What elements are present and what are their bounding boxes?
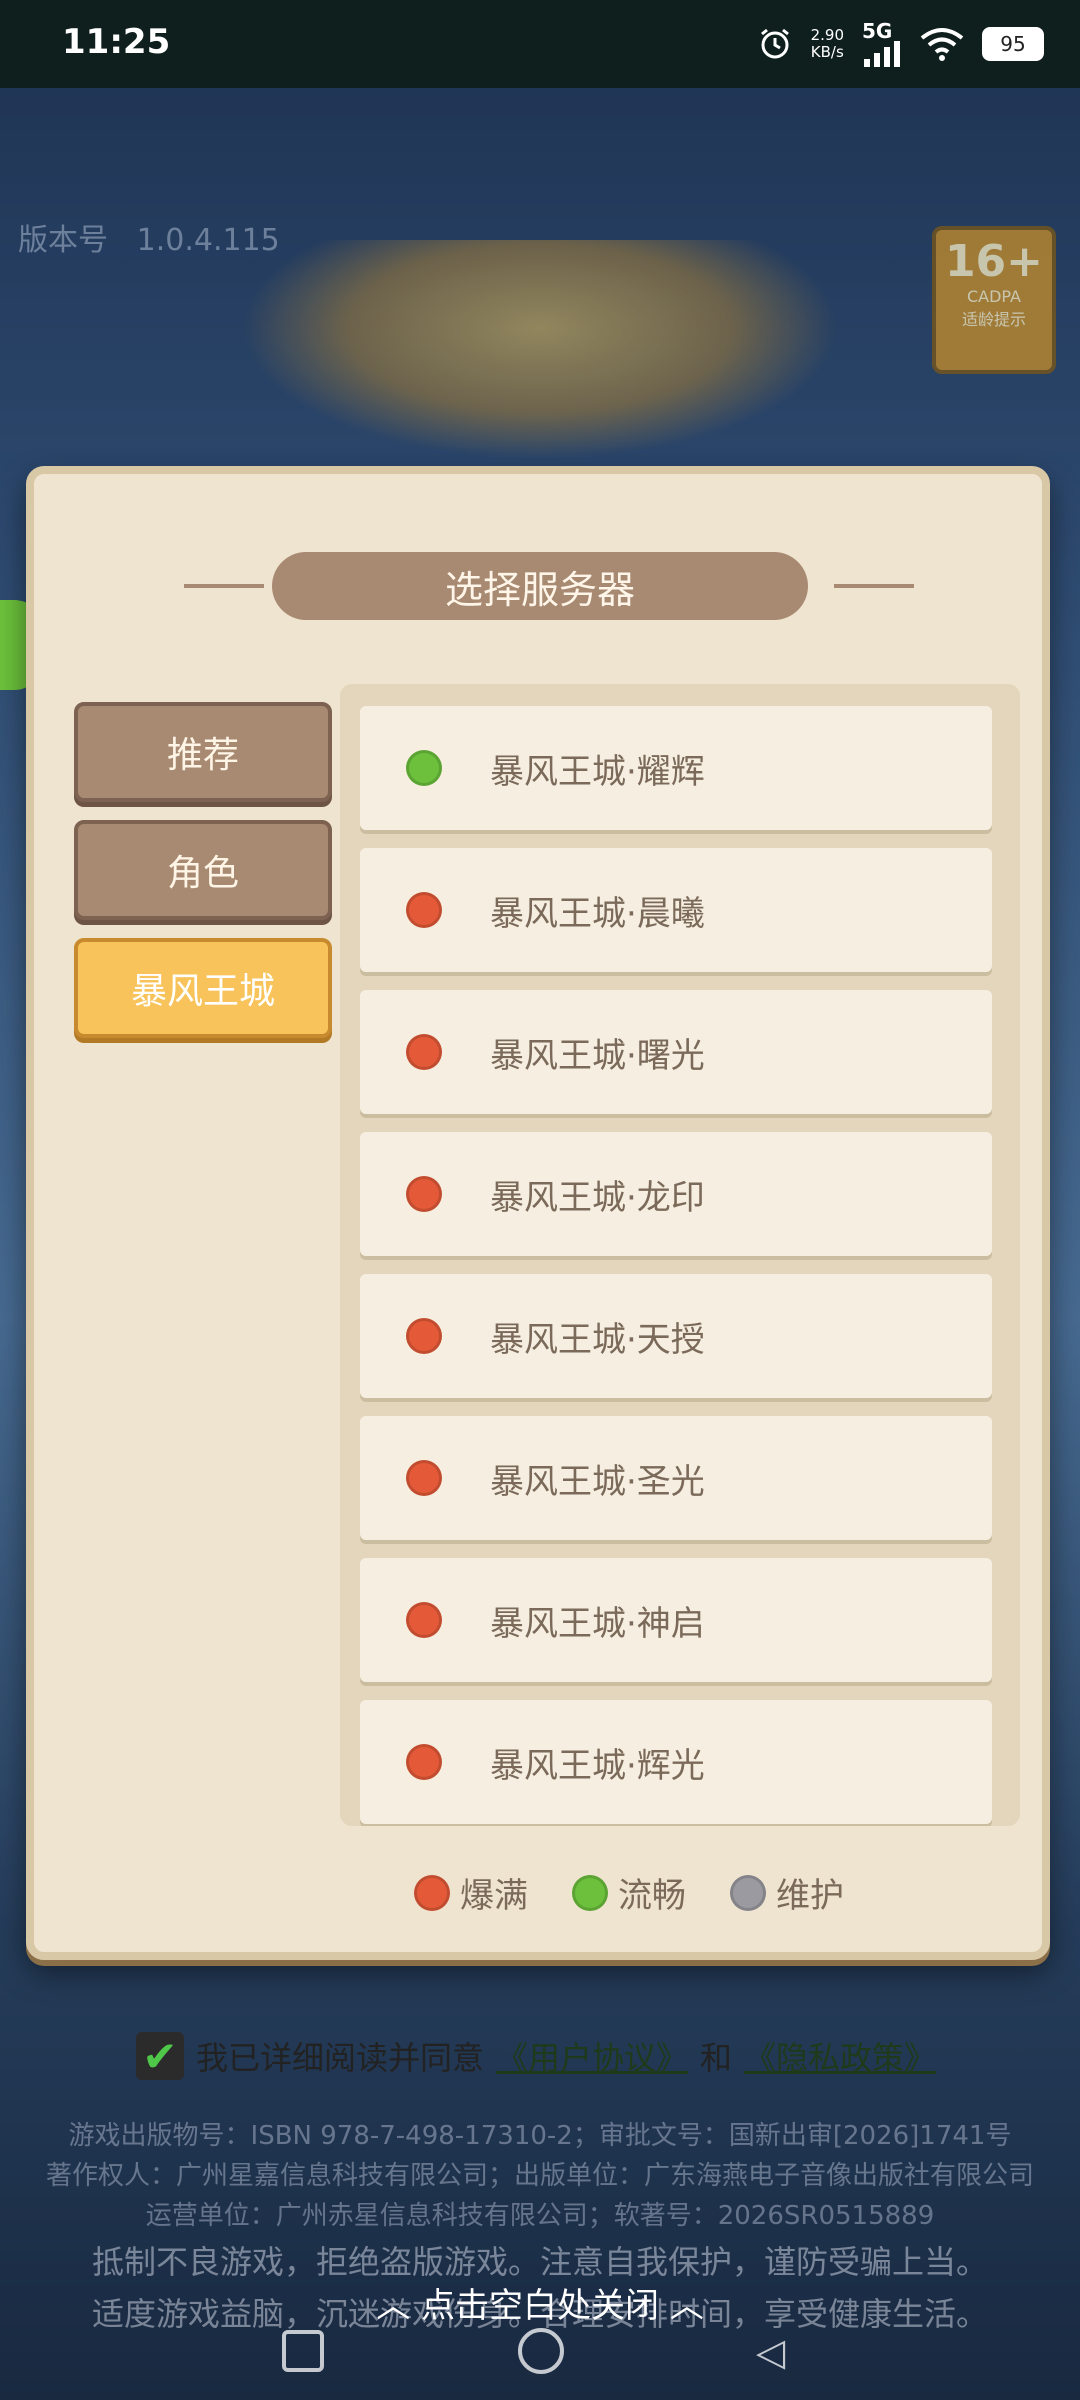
status-legend: 爆满 流畅 维护: [414, 1868, 844, 1917]
server-item[interactable]: 暴风王城·晨曦: [360, 848, 992, 972]
status-dot: [406, 1318, 442, 1354]
alarm-icon: [760, 28, 789, 59]
server-name: 暴风王城·曙光: [490, 1036, 705, 1076]
status-dot: [406, 1034, 442, 1070]
legend-dot-gray: [730, 1874, 766, 1911]
server-name: 暴风王城·龙印: [490, 1178, 705, 1218]
server-name: 暴风王城·耀辉: [490, 752, 705, 792]
privacy-policy-link[interactable]: 《隐私政策》: [744, 2033, 936, 2079]
tab-stormwind[interactable]: 暴风王城: [74, 938, 332, 1038]
wifi-icon: [920, 28, 964, 61]
dialog-title: 选择服务器: [272, 552, 808, 620]
network-type: 5G: [862, 19, 893, 43]
agreement-row: ✔ 我已详细阅读并同意 《用户协议》 和 《隐私政策》: [136, 2032, 936, 2081]
server-item[interactable]: 暴风王城·龙印: [360, 1132, 992, 1256]
agreement-and: 和: [700, 2039, 733, 2077]
server-item[interactable]: 暴风王城·辉光: [360, 1700, 992, 1824]
server-list[interactable]: 暴风王城·耀辉 暴风王城·晨曦 暴风王城·曙光 暴风王城·龙印 暴风王城·天授 …: [340, 684, 1020, 1826]
title-decoration-right: [834, 584, 914, 588]
server-name: 暴风王城·晨曦: [490, 894, 705, 934]
status-dot: [406, 1176, 442, 1212]
server-name: 暴风王城·神启: [490, 1604, 705, 1644]
agreement-checkbox[interactable]: ✔: [136, 2032, 184, 2081]
clock: 11:25: [62, 22, 171, 62]
agreement-prefix: 我已详细阅读并同意: [196, 2039, 485, 2077]
server-item[interactable]: 暴风王城·耀辉: [360, 706, 992, 830]
tab-recommended[interactable]: 推荐: [74, 702, 332, 802]
legend-full: 爆满: [414, 1868, 528, 1917]
network-indicator: 5G: [862, 21, 902, 67]
footer-line-publish: 游戏出版物号：ISBN 978-7-498-17310-2；审批文号：国新出审[…: [68, 2121, 1012, 2151]
status-dot: [406, 1744, 442, 1780]
server-item[interactable]: 暴风王城·曙光: [360, 990, 992, 1114]
server-item[interactable]: 暴风王城·天授: [360, 1274, 992, 1398]
age-rating-badge[interactable]: 16+ CADPA 适龄提示: [932, 226, 1056, 374]
title-decoration-left: [184, 584, 264, 588]
signal-icon: [864, 41, 900, 67]
status-bar: 11:25 2.90 KB/s 5G 95: [0, 0, 1080, 88]
legend-dot-green: [572, 1874, 608, 1911]
net-speed: 2.90 KB/s: [810, 26, 844, 61]
system-nav-bar: ◁: [0, 2316, 1080, 2400]
battery-icon: 95: [982, 27, 1044, 61]
server-select-dialog: 选择服务器 推荐 角色 暴风王城 暴风王城·耀辉 暴风王城·晨曦 暴风王城·曙光…: [26, 466, 1050, 1960]
tab-roles[interactable]: 角色: [74, 820, 332, 920]
status-icons: 2.90 KB/s 5G 95: [757, 18, 1044, 70]
legend-dot-red: [414, 1874, 450, 1911]
status-dot: [406, 1602, 442, 1638]
legend-smooth: 流畅: [572, 1868, 686, 1917]
footer-line-copyright: 著作权人：广州星嘉信息科技有限公司；出版单位：广东海燕电子音像出版社有限公司: [45, 2161, 1034, 2191]
server-name: 暴风王城·天授: [490, 1320, 705, 1360]
home-button[interactable]: [518, 2328, 564, 2374]
recents-button[interactable]: [282, 2330, 324, 2372]
server-tabs: 推荐 角色 暴风王城: [74, 702, 332, 1056]
status-dot: [406, 1460, 442, 1496]
server-name: 暴风王城·辉光: [490, 1746, 705, 1786]
footer-line-operator: 运营单位：广州赤星信息科技有限公司；软著号：2026SR0515889: [145, 2201, 935, 2231]
game-logo: [240, 240, 840, 460]
server-item[interactable]: 暴风王城·圣光: [360, 1416, 992, 1540]
user-agreement-link[interactable]: 《用户协议》: [496, 2033, 688, 2079]
status-dot: [406, 750, 442, 786]
status-dot: [406, 892, 442, 928]
server-item[interactable]: 暴风王城·神启: [360, 1558, 992, 1682]
legend-maintenance: 维护: [730, 1868, 844, 1917]
back-button[interactable]: ◁: [756, 2330, 785, 2374]
server-name: 暴风王城·圣光: [490, 1462, 705, 1502]
